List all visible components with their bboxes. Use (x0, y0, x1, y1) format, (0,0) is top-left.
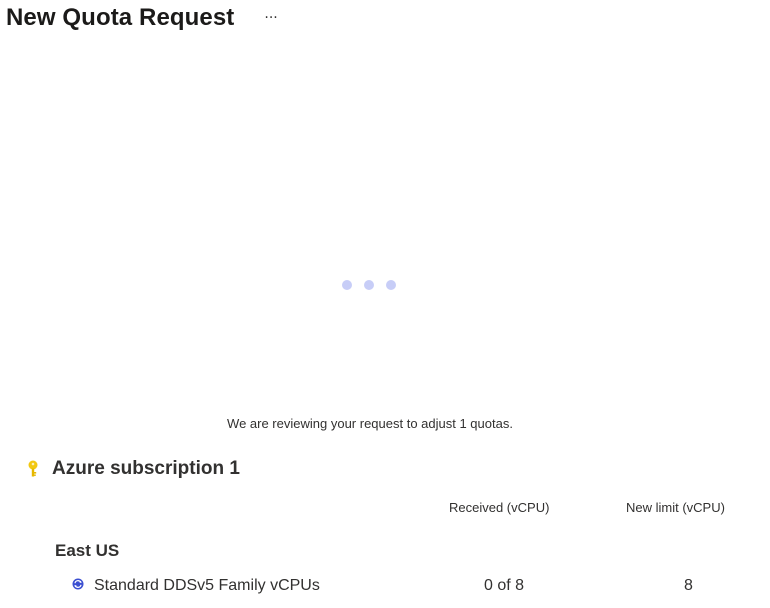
region-name: East US (55, 541, 120, 560)
new-limit-column-header: New limit (vCPU) (626, 500, 725, 515)
subscription-header: Azure subscription 1 (26, 458, 240, 480)
status-message: We are reviewing your request to adjust … (227, 416, 513, 431)
quota-name: Standard DDSv5 Family vCPUs (94, 577, 320, 594)
loading-dot (364, 280, 374, 290)
vm-quota-icon (72, 578, 84, 590)
page-title: New Quota Request (6, 4, 235, 31)
quota-row: Standard DDSv5 Family vCPUs 0 of 8 8 (72, 577, 752, 599)
quota-request-page: New Quota Request ··· We are reviewing y… (0, 0, 770, 608)
loading-dot (386, 280, 396, 290)
more-options-button[interactable]: ··· (260, 8, 281, 28)
loading-dot (342, 280, 352, 290)
quota-received-value: 0 of 8 (484, 577, 525, 594)
key-icon (28, 460, 38, 477)
subscription-name: Azure subscription 1 (52, 458, 240, 479)
loading-indicator (342, 280, 396, 290)
page-header: New Quota Request ··· (6, 4, 282, 32)
received-column-header: Received (vCPU) (449, 500, 550, 515)
quota-new-limit-value: 8 (684, 577, 693, 594)
